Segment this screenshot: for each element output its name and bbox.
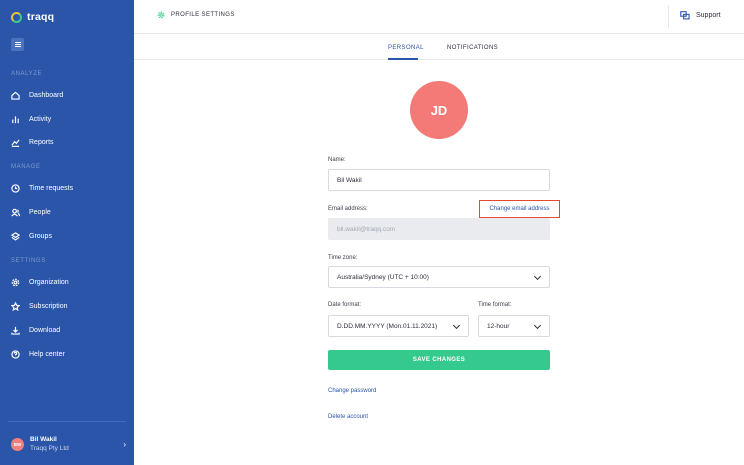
- chevron-right-icon: ›: [123, 439, 126, 449]
- user-name: Bil Wakil: [30, 436, 57, 443]
- tab-personal[interactable]: PERSONAL: [388, 45, 424, 51]
- name-label: Name:: [328, 157, 346, 163]
- date-format-label: Date format:: [328, 302, 362, 308]
- timezone-select[interactable]: Australia/Sydney (UTC + 10:00): [328, 266, 550, 288]
- sidebar-item-people[interactable]: People: [11, 205, 126, 219]
- section-manage: MANAGE: [11, 164, 41, 170]
- sidebar-item-label: Dashboard: [29, 91, 64, 99]
- support-chat-icon: [680, 11, 690, 20]
- timezone-label: Time zone:: [328, 255, 358, 261]
- sidebar-item-organization[interactable]: Organization: [11, 275, 126, 289]
- name-value: Bil Wakil: [337, 176, 362, 184]
- name-field[interactable]: Bil Wakil: [328, 169, 550, 191]
- reports-icon: [11, 138, 20, 147]
- menu-toggle-button[interactable]: [11, 38, 24, 51]
- change-email-link[interactable]: Change email address: [479, 200, 560, 218]
- time-format-select[interactable]: 12-hour: [478, 315, 550, 337]
- sidebar-item-label: Subscription: [29, 302, 68, 310]
- people-icon: [11, 208, 20, 217]
- layers-icon: [11, 231, 20, 241]
- email-value: bil.wakil@traqq.com: [337, 225, 396, 233]
- email-field: bil.wakil@traqq.com: [328, 218, 550, 240]
- sidebar-item-download[interactable]: Download: [11, 323, 126, 337]
- sidebar-item-time-requests[interactable]: Time requests: [11, 181, 126, 195]
- change-password-link[interactable]: Change password: [328, 388, 376, 394]
- brand-name: traqq: [27, 11, 55, 23]
- sidebar-item-activity[interactable]: Activity: [11, 112, 126, 126]
- sidebar-item-label: Activity: [29, 115, 52, 123]
- sidebar-item-help-center[interactable]: Help center: [11, 347, 126, 361]
- email-label: Email address:: [328, 206, 368, 212]
- delete-account-link[interactable]: Delete account: [328, 414, 368, 420]
- sidebar: traqq ANALYZE Dashboard Activity Reports…: [0, 0, 134, 465]
- chevron-down-icon: [533, 272, 542, 281]
- timezone-value: Australia/Sydney (UTC + 10:00): [337, 273, 429, 281]
- user-info: Bil Wakil Traqq Pty Ltd: [30, 435, 123, 453]
- gear-icon: [11, 278, 20, 287]
- profile-avatar[interactable]: JD: [410, 81, 468, 139]
- help-icon: [11, 349, 20, 359]
- sidebar-item-label: Groups: [29, 232, 52, 240]
- section-settings: SETTINGS: [11, 258, 46, 264]
- sidebar-item-label: People: [29, 208, 51, 216]
- sidebar-item-reports[interactable]: Reports: [11, 135, 126, 149]
- section-analyze: ANALYZE: [11, 71, 43, 77]
- sidebar-item-label: Download: [29, 326, 61, 334]
- active-tab-indicator: [388, 58, 418, 60]
- home-icon: [11, 91, 20, 100]
- user-avatar: BW: [11, 437, 24, 451]
- profile-tabs: PERSONAL NOTIFICATIONS: [134, 34, 744, 60]
- save-changes-button[interactable]: SAVE CHANGES: [328, 350, 550, 370]
- gear-icon: [157, 11, 165, 19]
- user-menu[interactable]: BW Bil Wakil Traqq Pty Ltd ›: [11, 433, 126, 455]
- user-company: Traqq Pty Ltd: [30, 445, 69, 452]
- top-bar: PROFILE SETTINGS Support: [134, 0, 744, 34]
- sidebar-divider: [8, 421, 126, 422]
- sidebar-item-dashboard[interactable]: Dashboard: [11, 88, 126, 102]
- bar-chart-icon: [11, 115, 20, 124]
- chevron-down-icon: [452, 321, 461, 330]
- support-label: Support: [696, 12, 721, 19]
- download-icon: [11, 326, 20, 335]
- date-format-value: D.DD.MM.YYYY (Mon.01.11.2021): [337, 322, 438, 330]
- chevron-down-icon: [533, 321, 542, 330]
- tab-notifications[interactable]: NOTIFICATIONS: [447, 45, 498, 51]
- sidebar-item-label: Time requests: [29, 184, 74, 192]
- star-icon: [11, 301, 20, 311]
- time-format-value: 12-hour: [487, 322, 510, 330]
- menu-icon: [14, 42, 21, 47]
- sidebar-item-label: Help center: [29, 350, 65, 358]
- time-format-label: Time format:: [478, 302, 512, 308]
- sidebar-item-label: Organization: [29, 278, 69, 286]
- traqq-logo-icon: [11, 11, 22, 23]
- page-title-text: PROFILE SETTINGS: [171, 12, 235, 18]
- support-button[interactable]: Support: [680, 11, 721, 20]
- sidebar-item-groups[interactable]: Groups: [11, 229, 126, 243]
- sidebar-item-subscription[interactable]: Subscription: [11, 299, 126, 313]
- page-title: PROFILE SETTINGS: [157, 11, 235, 19]
- sidebar-item-label: Reports: [29, 138, 54, 146]
- brand-logo[interactable]: traqq: [11, 10, 54, 24]
- date-format-select[interactable]: D.DD.MM.YYYY (Mon.01.11.2021): [328, 315, 469, 337]
- clock-icon: [11, 183, 20, 193]
- header-divider: [668, 6, 669, 28]
